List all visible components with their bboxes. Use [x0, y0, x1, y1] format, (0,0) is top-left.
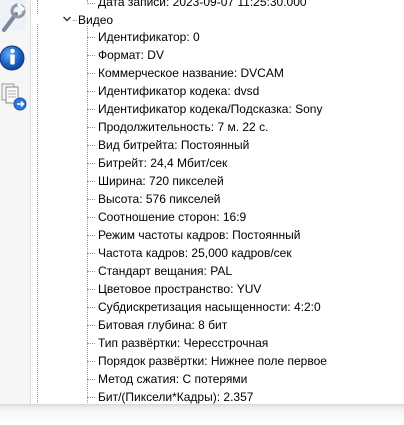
- tree-connector: [87, 379, 95, 380]
- property-item[interactable]: Вид битрейта: Постоянный: [98, 138, 249, 152]
- tools-icon[interactable]: [0, 0, 28, 34]
- tree-connector: [87, 253, 95, 254]
- tree-connector: [87, 91, 95, 92]
- tree-item-top[interactable]: Дата записи: 2023-09-07 11:25:30.000: [98, 0, 307, 9]
- property-item[interactable]: Высота: 576 пикселей: [98, 192, 220, 206]
- property-item[interactable]: Частота кадров: 25,000 кадров/сек: [98, 246, 292, 260]
- tree-connector: [87, 145, 95, 146]
- tree-connector: [87, 271, 95, 272]
- property-item[interactable]: Битрейт: 24,4 Мбит/сек: [98, 156, 227, 170]
- tree-connector: [87, 55, 95, 56]
- tree-connector: [87, 325, 95, 326]
- chevron-down-icon[interactable]: [62, 14, 72, 24]
- info-tree: Дата записи: 2023-09-07 11:25:30.000 Вид…: [30, 0, 404, 405]
- tree-guide-children: [87, 26, 88, 405]
- property-item[interactable]: Субдискретизация насыщенности: 4:2:0: [98, 300, 321, 314]
- tree-guide-root: [37, 0, 38, 14]
- tree-connector: [87, 3, 95, 4]
- property-item[interactable]: Стандарт вещания: PAL: [98, 264, 232, 278]
- property-item[interactable]: Идентификатор кодека: dvsd: [98, 84, 259, 98]
- tree-connector: [87, 199, 95, 200]
- tree-connector: [87, 163, 95, 164]
- info-icon[interactable]: [0, 42, 28, 74]
- property-item[interactable]: Тип развёртки: Чересстрочная: [98, 336, 268, 350]
- window-bottom-shadow: [0, 404, 404, 425]
- property-item[interactable]: Ширина: 720 пикселей: [98, 174, 224, 188]
- property-item[interactable]: Продолжительность: 7 м. 22 с.: [98, 120, 268, 134]
- sidebar: [0, 0, 31, 405]
- section-video-label[interactable]: Видео: [78, 13, 113, 27]
- property-item[interactable]: Идентификатор: 0: [98, 30, 200, 44]
- property-item[interactable]: Коммерческое название: DVCAM: [98, 66, 284, 80]
- tree-connector: [87, 73, 95, 74]
- media-info-window: Дата записи: 2023-09-07 11:25:30.000 Вид…: [0, 0, 404, 405]
- tree-connector: [87, 361, 95, 362]
- tree-connector: [87, 397, 95, 398]
- tree-connector: [87, 37, 95, 38]
- export-icon[interactable]: [0, 80, 28, 112]
- property-item[interactable]: Бит/(Пиксели*Кадры): 2.357: [98, 390, 253, 404]
- tree-connector: [87, 235, 95, 236]
- property-item[interactable]: Идентификатор кодека/Подсказка: Sony: [98, 102, 322, 116]
- property-item[interactable]: Формат: DV: [98, 48, 164, 62]
- tree-guide-root-lower: [37, 24, 38, 405]
- tree-connector: [87, 289, 95, 290]
- property-item[interactable]: Соотношение сторон: 16:9: [98, 210, 246, 224]
- property-item[interactable]: Порядок развёртки: Нижнее поле первое: [98, 354, 327, 368]
- tree-connector: [87, 343, 95, 344]
- tree-connector: [87, 307, 95, 308]
- tree-connector: [87, 109, 95, 110]
- property-item[interactable]: Цветовое пространство: YUV: [98, 282, 261, 296]
- tree-connector: [87, 217, 95, 218]
- property-item[interactable]: Битовая глубина: 8 бит: [98, 318, 227, 332]
- tree-connector: [87, 181, 95, 182]
- property-item[interactable]: Режим частоты кадров: Постоянный: [98, 228, 300, 242]
- property-item[interactable]: Метод сжатия: С потерями: [98, 372, 247, 386]
- tree-connector: [87, 127, 95, 128]
- tree-connector: [73, 20, 77, 21]
